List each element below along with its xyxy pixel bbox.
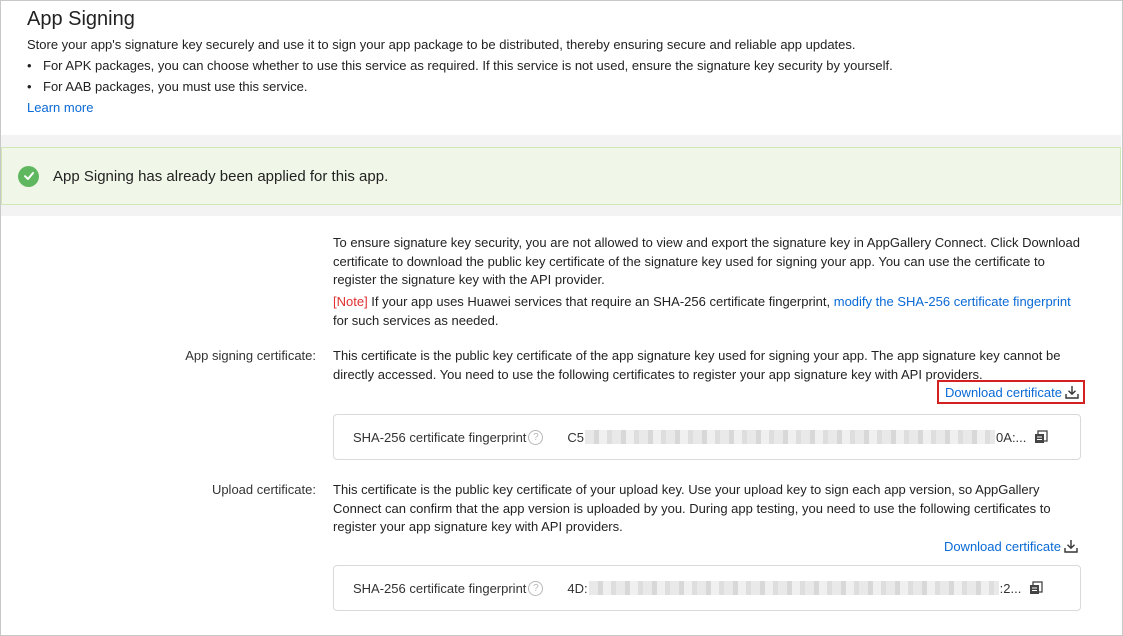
fingerprint-label: SHA-256 certificate fingerprint (353, 429, 527, 445)
fingerprint-suffix: 0A:... (996, 429, 1027, 445)
fingerprint-masked (585, 430, 996, 444)
note-tag: [Note] (333, 294, 368, 309)
status-banner: App Signing has already been applied for… (1, 147, 1121, 205)
download-certificate-label: Download certificate (943, 538, 1061, 554)
section-divider (1, 205, 1121, 216)
fingerprint-masked (588, 581, 999, 595)
download-icon (1065, 386, 1079, 399)
upload-cert-text: This certificate is the public key certi… (333, 482, 1051, 534)
fingerprint-prefix: 4D: (567, 580, 588, 596)
bullet-apk: • For APK packages, you can choose whethe… (27, 55, 1121, 76)
download-upload-certificate-button[interactable]: Download certificate (944, 538, 1079, 554)
app-signing-fingerprint-box: SHA-256 certificate fingerprint ? C5 0A:… (333, 414, 1081, 460)
status-message: App Signing has already been applied for… (53, 167, 389, 185)
note-tail: for such services as needed. (333, 312, 499, 328)
upload-cert-label: Upload certificate: (211, 482, 316, 497)
app-signing-cert-text: This certificate is the public key certi… (333, 348, 1061, 382)
download-certificate-button[interactable]: Download certificate (936, 380, 1086, 404)
fingerprint-suffix: :2... (999, 580, 1022, 596)
note-text: If your app uses Huawei services that re… (367, 294, 834, 309)
help-icon[interactable]: ? (528, 429, 544, 445)
download-icon (1064, 540, 1078, 553)
bullet-apk-text: For APK packages, you can choose whether… (43, 58, 893, 73)
modify-fingerprint-link[interactable]: modify the SHA-256 certificate fingerpri… (834, 294, 1071, 309)
copy-icon[interactable] (1029, 581, 1043, 595)
note-paragraph: [Note] If your app uses Huawei services … (333, 293, 1083, 330)
app-signing-cert-label: App signing certificate: (185, 348, 316, 363)
fingerprint-value: 4D: :2... (567, 581, 1021, 596)
learn-more-link[interactable]: Learn more (27, 97, 93, 118)
bullet-aab: • For AAB packages, you must use this ser… (27, 76, 1121, 97)
fingerprint-prefix: C5 (567, 429, 585, 445)
fingerprint-value: C5 0A:... (567, 430, 1026, 445)
upload-fingerprint-box: SHA-256 certificate fingerprint ? 4D: :2… (333, 565, 1081, 611)
check-circle-icon (18, 165, 39, 187)
intro-text: To ensure signature key security, you ar… (333, 235, 1080, 287)
copy-icon[interactable] (1034, 430, 1049, 444)
help-icon[interactable]: ? (528, 580, 544, 596)
page-title: App Signing (27, 8, 135, 30)
download-certificate-label: Download certificate (944, 384, 1062, 400)
certificate-section: To ensure signature key security, you ar… (1, 216, 1121, 634)
bullet-aab-text: For AAB packages, you must use this serv… (43, 79, 308, 94)
page-description: Store your app's signature key securely … (27, 37, 856, 52)
section-divider (1, 135, 1121, 147)
fingerprint-label: SHA-256 certificate fingerprint (353, 580, 527, 596)
app-signing-header: App Signing Store your app's signature k… (1, 1, 1121, 135)
